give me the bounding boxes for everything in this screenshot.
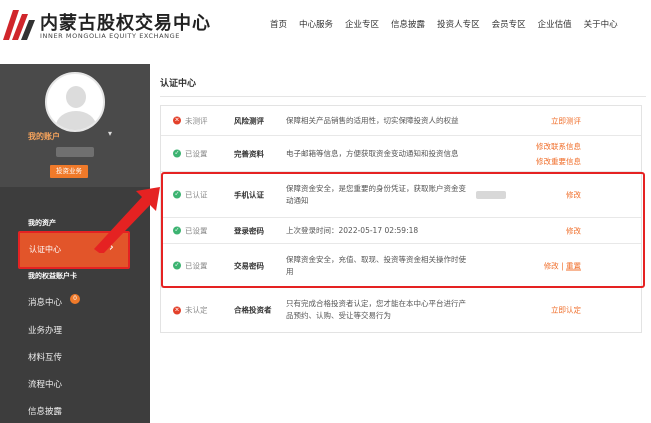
table-row: ✕ 未测评 风险测评 保障相关产品销售的适用性，切实保障投资人的权益 立即测评 xyxy=(161,106,641,136)
profile-actions: 修改联系信息 修改重要信息 xyxy=(161,139,631,169)
table-row: ✕ 未认定 合格投资者 只有完成合格投资者认定，您才能在本中心平台进行产品预约、认… xyxy=(161,288,641,332)
sidebar-item-materials[interactable]: 材料互传 xyxy=(28,351,62,363)
nav-member[interactable]: 会员专区 xyxy=(492,18,526,30)
sidebar-item-equity-card[interactable]: 我的权益账户卡 xyxy=(28,271,77,281)
avatar-body-icon xyxy=(56,111,96,130)
sidebar-item-messages[interactable]: 消息中心 xyxy=(28,296,62,308)
edit-important-link[interactable]: 修改重要信息 xyxy=(161,154,581,169)
message-count-badge: 0 xyxy=(70,294,80,304)
main-nav: 首页 中心服务 企业专区 信息披露 投资人专区 会员专区 企业估值 关于中心 xyxy=(270,18,618,30)
nav-home[interactable]: 首页 xyxy=(270,18,287,30)
edit-contact-link[interactable]: 修改联系信息 xyxy=(161,139,581,154)
exchange-logo-icon[interactable] xyxy=(3,10,35,40)
sidebar-item-workflow[interactable]: 流程中心 xyxy=(28,378,62,390)
nav-about[interactable]: 关于中心 xyxy=(584,18,618,30)
logo-subtitle: INNER MONGOLIA EQUITY EXCHANGE xyxy=(40,32,180,40)
evaluate-link[interactable]: 立即测评 xyxy=(161,115,631,126)
page-title: 认证中心 xyxy=(160,79,197,89)
username-redacted xyxy=(56,147,94,157)
sidebar-item-my-assets[interactable]: 我的资产 xyxy=(28,218,56,228)
annotation-arrow-icon xyxy=(94,187,160,253)
sidebar-group-my-account[interactable]: 我的账户 xyxy=(28,131,60,142)
nav-services[interactable]: 中心服务 xyxy=(299,18,333,30)
investor-badge[interactable]: 投资业务 xyxy=(50,165,88,178)
nav-investor[interactable]: 投资人专区 xyxy=(437,18,480,30)
qualify-link[interactable]: 立即认定 xyxy=(161,305,631,316)
divider xyxy=(160,96,646,97)
avatar-head-icon xyxy=(66,86,86,108)
site-header: 内蒙古股权交易中心 INNER MONGOLIA EQUITY EXCHANGE… xyxy=(0,0,651,52)
chevron-down-icon[interactable]: ▾ xyxy=(108,129,112,138)
table-row: ✓ 已设置 完善资料 电子邮箱等信息，方便获取资金变动通知和投资信息 修改联系信息… xyxy=(161,136,641,172)
nav-disclosure[interactable]: 信息披露 xyxy=(391,18,425,30)
nav-enterprise[interactable]: 企业专区 xyxy=(345,18,379,30)
annotation-highlight-table xyxy=(161,172,645,288)
nav-valuation[interactable]: 企业估值 xyxy=(538,18,572,30)
sidebar-item-disclosure[interactable]: 信息披露 xyxy=(28,405,62,417)
user-panel: 投资业务 xyxy=(0,64,150,187)
avatar[interactable] xyxy=(45,72,105,132)
sidebar-item-business[interactable]: 业务办理 xyxy=(28,324,62,336)
